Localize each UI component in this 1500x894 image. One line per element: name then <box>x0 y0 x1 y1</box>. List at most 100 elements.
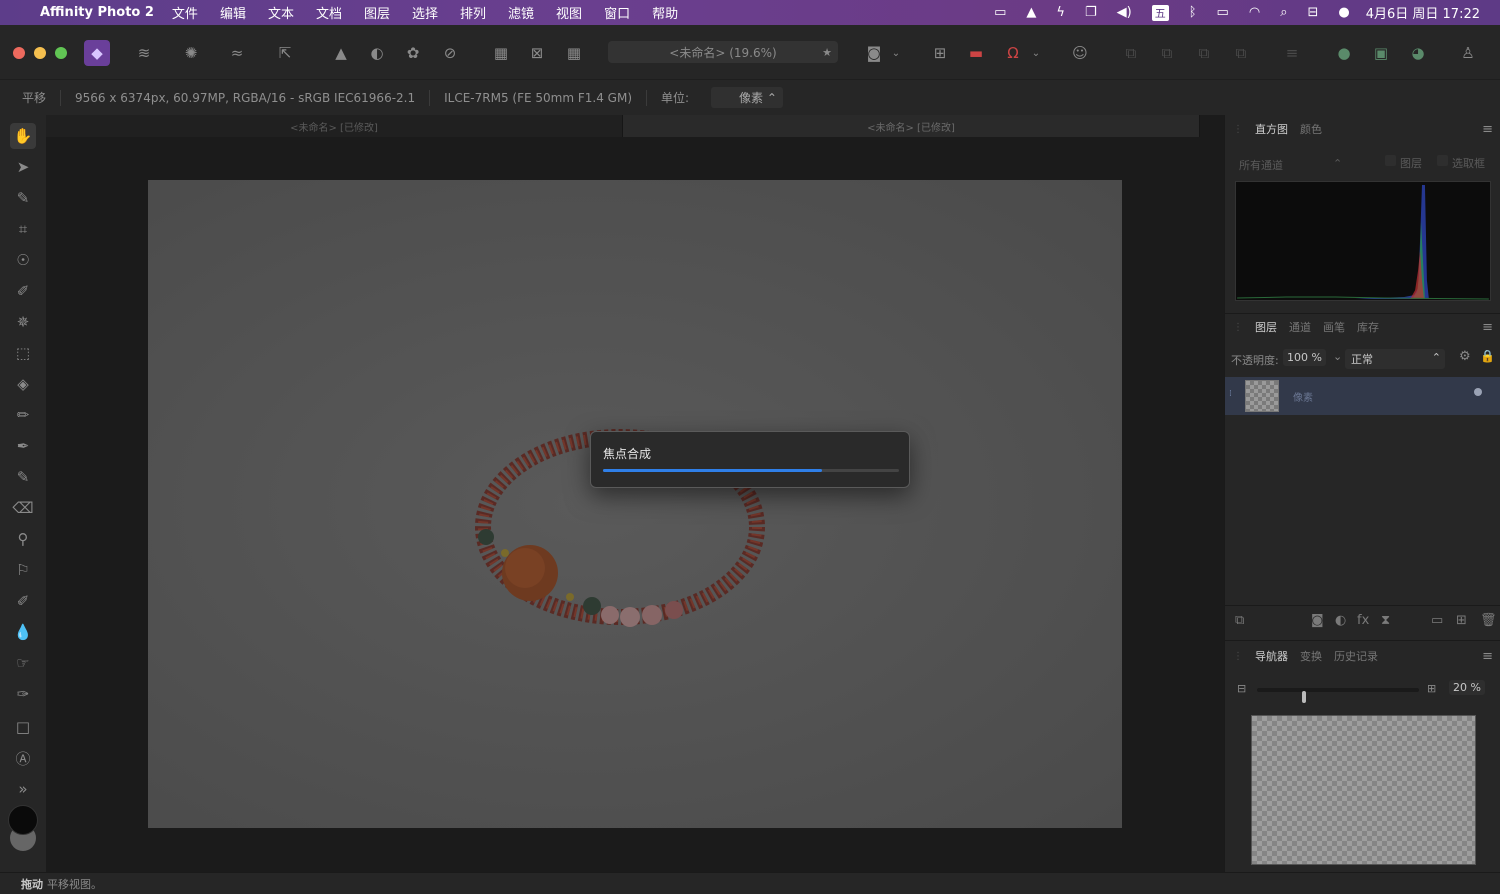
tab-layers[interactable]: 图层 <box>1255 319 1277 335</box>
deselect-icon[interactable]: ⊠ <box>524 40 550 66</box>
rectangle-tool-icon[interactable]: □ <box>10 714 36 740</box>
chevron-down-icon[interactable]: ⌃ <box>1333 157 1342 170</box>
text-tool-icon[interactable]: Ⓐ <box>10 745 36 771</box>
tab-histogram[interactable]: 直方图 <box>1255 121 1288 137</box>
panel-menu-icon[interactable]: ≡ <box>1482 649 1493 664</box>
library-icon[interactable]: ▣ <box>1368 40 1394 66</box>
quick-mask-icon[interactable]: ◙ <box>861 40 887 66</box>
align-icon[interactable]: ≡ <box>1279 40 1305 66</box>
chevron-down-icon[interactable]: ⌄ <box>1333 350 1342 363</box>
red-eye-tool-icon[interactable]: ☉ <box>10 247 36 273</box>
unit-select[interactable]: 像素 ⌃ <box>711 87 783 108</box>
foreground-color-swatch[interactable] <box>8 805 38 835</box>
invert-selection-icon[interactable]: ▦ <box>561 40 587 66</box>
live-filter-icon[interactable]: ⧗ <box>1381 613 1390 628</box>
menu-text[interactable]: 文本 <box>268 3 294 22</box>
tab-history[interactable]: 历史记录 <box>1334 648 1378 664</box>
app-name-menu[interactable]: Affinity Photo 2 <box>40 5 154 20</box>
document-tab[interactable]: <未命名> [已修改] <box>46 115 623 137</box>
zoom-slider-knob[interactable] <box>1302 691 1306 703</box>
export-persona-icon[interactable]: ⇱ <box>272 40 298 66</box>
auto-white-balance-icon[interactable]: ⊘ <box>437 40 463 66</box>
healing-tool-icon[interactable]: ✐ <box>10 588 36 614</box>
brush-tool-icon[interactable]: ✒ <box>10 433 36 459</box>
layer-stack-icon[interactable]: ⧉ <box>1235 613 1244 628</box>
battery-icon[interactable]: ▭ <box>1217 5 1229 20</box>
blend-mode-select[interactable]: 正常 ⌃ <box>1345 349 1445 369</box>
layer-name[interactable]: 像素 <box>1293 389 1313 404</box>
chevron-down-icon[interactable]: ⌄ <box>1028 40 1044 66</box>
bluetooth-icon[interactable]: ᛒ <box>1189 5 1197 20</box>
assistant-robot-icon[interactable]: ☺ <box>1067 40 1093 66</box>
tab-channels[interactable]: 通道 <box>1289 319 1311 335</box>
magnet-icon[interactable]: Ω <box>1000 40 1026 66</box>
photo-persona-icon[interactable]: ◆ <box>84 40 110 66</box>
zoom-in-button[interactable]: ⊞ <box>1427 682 1436 695</box>
fx-icon[interactable]: fx <box>1357 613 1369 628</box>
chart-icon[interactable]: ◕ <box>1405 40 1431 66</box>
clock[interactable]: 4月6日 周日 17:22 <box>1366 3 1480 22</box>
navigator-preview[interactable] <box>1251 715 1476 865</box>
panel-menu-icon[interactable]: ≡ <box>1482 320 1493 335</box>
zoom-slider[interactable] <box>1257 688 1419 703</box>
zoom-value-field[interactable]: 20 % <box>1449 680 1485 695</box>
display-icon[interactable]: ▭ <box>994 5 1006 20</box>
tone-mapping-persona-icon[interactable]: ≈ <box>224 40 250 66</box>
panel-menu-icon[interactable]: ≡ <box>1482 122 1493 137</box>
menu-document[interactable]: 文档 <box>316 3 342 22</box>
tab-color[interactable]: 颜色 <box>1300 121 1322 137</box>
liquify-persona-icon[interactable]: ≋ <box>131 40 157 66</box>
magic-wand-tool-icon[interactable]: ✵ <box>10 309 36 335</box>
close-button[interactable] <box>13 47 25 59</box>
menu-arrange[interactable]: 排列 <box>460 3 486 22</box>
window-icon[interactable]: ❐ <box>1085 5 1097 20</box>
arrange-back-icon[interactable]: ⧉ <box>1118 40 1144 66</box>
menu-file[interactable]: 文件 <box>172 3 198 22</box>
menu-select[interactable]: 选择 <box>412 3 438 22</box>
tab-brushes[interactable]: 画笔 <box>1323 319 1345 335</box>
layer-grip-icon[interactable]: ⁞ <box>1229 389 1232 399</box>
wifi-icon[interactable]: ◠ <box>1249 5 1260 20</box>
document-tab[interactable]: <未命名> [已修改] <box>623 115 1200 137</box>
lock-icon[interactable]: 🔒 <box>1480 349 1495 363</box>
trash-icon[interactable]: 🗑 <box>1480 613 1497 628</box>
opacity-field[interactable]: 100 % <box>1283 349 1326 366</box>
chevron-down-icon[interactable]: ⌄ <box>888 40 904 66</box>
gear-icon[interactable]: ⚙ <box>1459 349 1471 364</box>
marquee-icon[interactable]: ▦ <box>488 40 514 66</box>
control-center-icon[interactable]: ⊟ <box>1307 5 1318 20</box>
flood-fill-tool-icon[interactable]: ◈ <box>10 371 36 397</box>
minimize-button[interactable] <box>34 47 46 59</box>
blur-tool-icon[interactable]: 💧 <box>10 619 36 645</box>
grip-icon[interactable]: ⋮ <box>1233 651 1243 662</box>
layer-checkbox[interactable] <box>1385 155 1396 166</box>
grip-icon[interactable]: ⋮ <box>1233 124 1243 135</box>
selection-brush-tool-icon[interactable]: ✐ <box>10 278 36 304</box>
menu-window[interactable]: 窗口 <box>604 3 630 22</box>
hand-tool-icon[interactable]: ✋ <box>10 123 36 149</box>
menu-filters[interactable]: 滤镜 <box>508 3 534 22</box>
volume-icon[interactable]: ◀) <box>1117 5 1132 20</box>
paint-brush-tool-icon[interactable]: ✏ <box>10 402 36 428</box>
snapping-icon[interactable]: ⊞ <box>927 40 953 66</box>
zoom-button[interactable] <box>55 47 67 59</box>
color-replacement-tool-icon[interactable]: ✎ <box>10 464 36 490</box>
siri-icon[interactable]: ● <box>1338 5 1349 20</box>
bolt-icon[interactable]: ϟ <box>1056 5 1065 20</box>
color-picker-tool-icon[interactable]: ✎ <box>10 185 36 211</box>
marquee-tool-icon[interactable]: ⬚ <box>10 340 36 366</box>
mountain-icon[interactable]: ▲ <box>1026 5 1036 20</box>
dodge-tool-icon[interactable]: ⚲ <box>10 526 36 552</box>
user-icon[interactable]: ♙ <box>1455 40 1481 66</box>
layer-item[interactable]: ⁞ 像素 <box>1225 377 1500 415</box>
menu-view[interactable]: 视图 <box>556 3 582 22</box>
add-layer-icon[interactable]: ⊞ <box>1456 613 1467 628</box>
channel-select[interactable]: 所有通道 <box>1239 157 1283 173</box>
levels-icon[interactable]: ▲ <box>328 40 354 66</box>
assistant-icon[interactable]: ▬ <box>963 40 989 66</box>
menu-edit[interactable]: 编辑 <box>220 3 246 22</box>
crop-tool-icon[interactable]: ⌗ <box>10 216 36 242</box>
visibility-toggle-icon[interactable] <box>1474 388 1482 396</box>
folder-icon[interactable]: ▭ <box>1431 613 1443 628</box>
zoom-out-button[interactable]: ⊟ <box>1237 682 1246 695</box>
